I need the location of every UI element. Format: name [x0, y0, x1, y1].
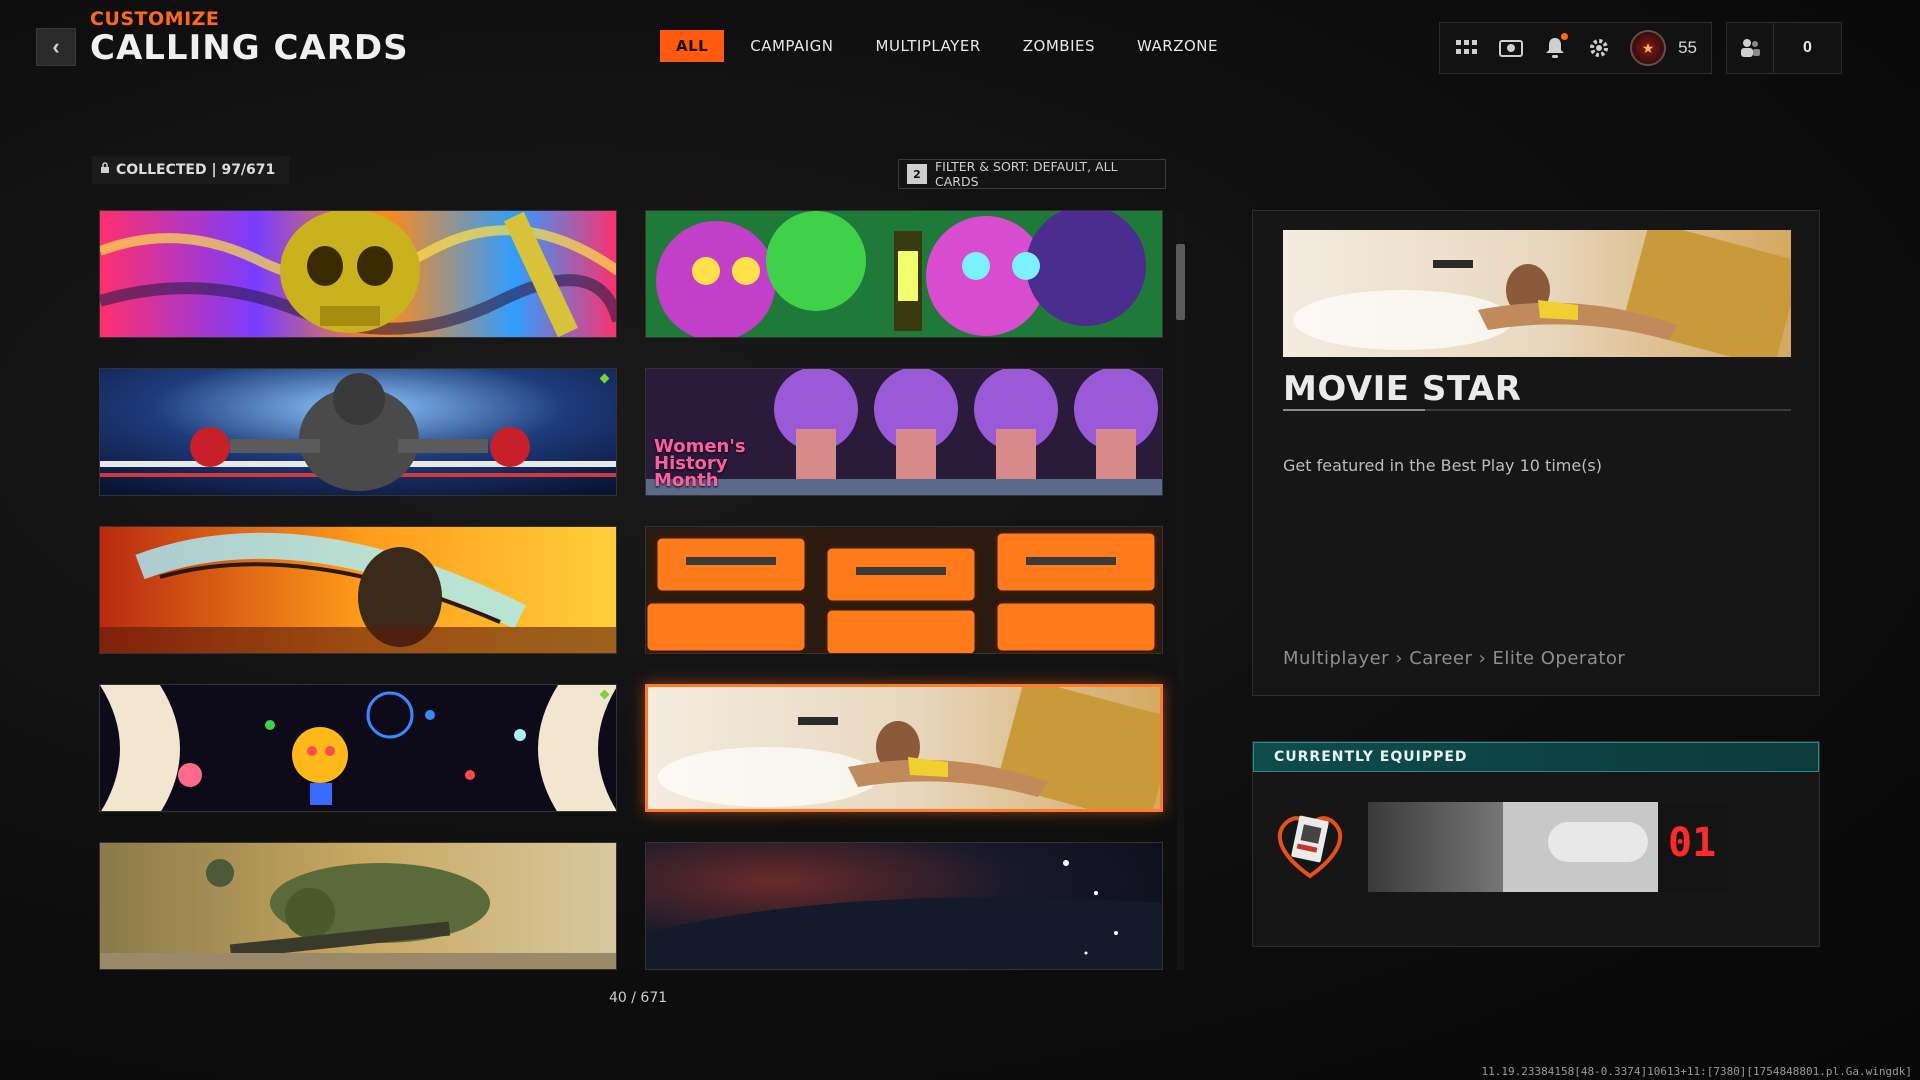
card-art: [100, 527, 616, 653]
card-art: [646, 527, 1162, 653]
page-title: CALLING CARDS: [90, 28, 409, 68]
calling-card[interactable]: [645, 210, 1163, 338]
player-emblem-icon[interactable]: ★: [1630, 30, 1667, 66]
gear-icon[interactable]: [1586, 35, 1612, 61]
calling-card-selected[interactable]: [645, 684, 1163, 812]
collected-counter: COLLECTED | 97/671: [92, 156, 290, 184]
calling-card[interactable]: [99, 684, 617, 812]
card-label: Women's History Month: [654, 436, 746, 491]
equipped-card-counter: 01: [1668, 820, 1717, 866]
card-art: [100, 211, 616, 337]
calling-card[interactable]: [99, 842, 617, 970]
calling-card[interactable]: [645, 842, 1163, 970]
filter-key-badge: 2: [907, 164, 927, 184]
card-art: [100, 843, 616, 969]
calling-card[interactable]: [99, 210, 617, 338]
page-subtitle: CUSTOMIZE: [90, 8, 220, 30]
title-block: CUSTOMIZE CALLING CARDS: [90, 8, 409, 68]
top-hud: ★ 55: [1439, 22, 1712, 74]
social-panel[interactable]: 0: [1726, 22, 1842, 74]
lock-icon: [100, 162, 110, 178]
category-tabs: ALL CAMPAIGN MULTIPLAYER ZOMBIES WARZONE: [660, 30, 1234, 62]
equipped-heading: CURRENTLY EQUIPPED: [1253, 742, 1819, 772]
tab-zombies[interactable]: ZOMBIES: [1007, 30, 1111, 62]
scrollbar-track[interactable]: [1177, 210, 1184, 970]
equipped-emblem[interactable]: [1269, 804, 1351, 886]
page-indicator: 40 / 671: [609, 990, 668, 1006]
card-art: [648, 687, 1160, 809]
grid-menu-icon[interactable]: [1454, 35, 1480, 61]
store-icon[interactable]: [1498, 35, 1524, 61]
calling-card[interactable]: [99, 368, 617, 496]
card-detail-panel: MOVIE STAR Get featured in the Best Play…: [1252, 210, 1820, 696]
card-art: [646, 843, 1162, 969]
filter-label: FILTER & SORT: DEFAULT, ALL CARDS: [934, 159, 1118, 189]
card-art: [100, 685, 616, 811]
chevron-left-icon: ‹: [52, 34, 60, 59]
equipped-calling-card[interactable]: 01: [1368, 802, 1728, 892]
calling-card[interactable]: [99, 526, 617, 654]
tab-warzone[interactable]: WARZONE: [1121, 30, 1234, 62]
tab-multiplayer[interactable]: MULTIPLAYER: [860, 30, 997, 62]
card-description: Get featured in the Best Play 10 time(s): [1283, 456, 1603, 475]
card-art: [646, 211, 1162, 337]
build-info: 11.19.23384158[48-0.3374]10613+11:[7380]…: [1481, 1065, 1912, 1078]
back-button[interactable]: ‹: [36, 28, 76, 66]
card-unlock-path: Multiplayer › Career › Elite Operator: [1283, 648, 1626, 669]
notification-dot: [1561, 33, 1569, 40]
tab-all[interactable]: ALL: [660, 30, 725, 62]
card-art: [100, 369, 616, 495]
calling-card[interactable]: Women's History Month: [645, 368, 1163, 496]
scrollbar-thumb[interactable]: [1176, 244, 1185, 320]
collected-label: COLLECTED | 97/671: [116, 162, 276, 178]
bell-icon[interactable]: [1542, 33, 1569, 61]
card-name: MOVIE STAR: [1283, 369, 1522, 409]
detail-card-preview: [1283, 230, 1791, 357]
currently-equipped-panel: CURRENTLY EQUIPPED 01: [1252, 741, 1820, 947]
friends-count: 0: [1803, 39, 1812, 56]
divider: [1283, 409, 1791, 411]
friends-icon[interactable]: [1727, 23, 1774, 73]
player-level: 55: [1678, 38, 1697, 57]
calling-card[interactable]: [645, 526, 1163, 654]
tab-campaign[interactable]: CAMPAIGN: [734, 30, 849, 62]
filter-sort-button[interactable]: 2 FILTER & SORT: DEFAULT, ALL CARDS: [898, 159, 1166, 189]
